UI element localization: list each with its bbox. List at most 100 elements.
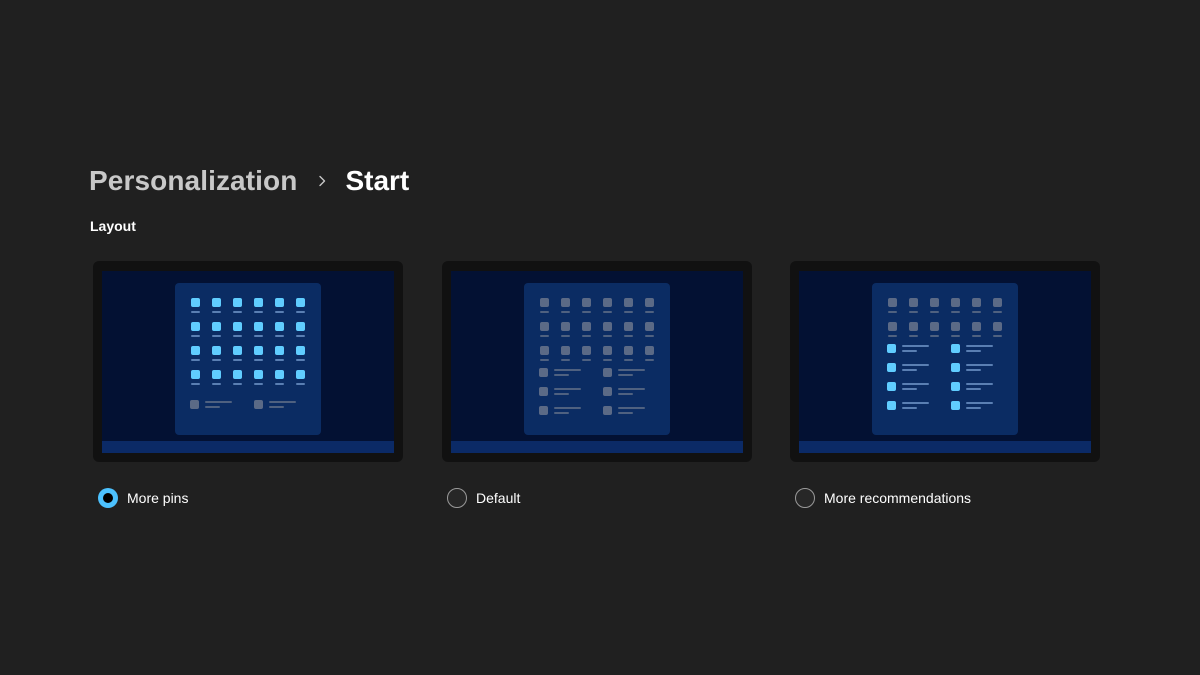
preview-screen: [799, 271, 1091, 453]
preview-pinned-app-label: [296, 335, 305, 337]
preview-recommended-item-subtitle: [269, 406, 284, 408]
preview-pinned-app-label: [645, 359, 654, 361]
preview-recommended-item-title: [618, 388, 645, 390]
preview-pinned-app-label: [582, 359, 591, 361]
preview-pinned-app-label: [212, 359, 221, 361]
preview-pinned-app-icon: [275, 322, 284, 331]
layout-option-more-pins: More pins: [93, 261, 403, 508]
preview-pinned-app-icon: [951, 322, 960, 331]
preview-start-menu: [175, 283, 321, 435]
preview-pinned-app-icon: [540, 346, 549, 355]
preview-pinned-app-icon: [233, 298, 242, 307]
preview-pinned-app-label: [233, 383, 242, 385]
preview-pinned-app-icon: [254, 322, 263, 331]
preview-pinned-app-label: [212, 335, 221, 337]
preview-pinned-app-icon: [275, 298, 284, 307]
preview-pinned-app-label: [254, 311, 263, 313]
preview-pinned-app-icon: [645, 298, 654, 307]
settings-page: Personalization Start Layout More pins D…: [0, 0, 1200, 675]
radio-more-recommendations[interactable]: More recommendations: [795, 486, 971, 510]
preview-pinned-app-label: [951, 335, 960, 337]
preview-pinned-app-icon: [561, 322, 570, 331]
preview-screen: [451, 271, 743, 453]
preview-recommended-item-title: [966, 364, 993, 366]
preview-pinned-app-label: [930, 335, 939, 337]
radio-button[interactable]: [98, 488, 118, 508]
preview-pinned-app-label: [582, 335, 591, 337]
preview-pinned-app-icon: [275, 346, 284, 355]
chevron-right-icon: [315, 174, 329, 188]
preview-recommended-item-title: [554, 369, 581, 371]
preview-recommended-item-icon: [539, 368, 548, 377]
preview-pinned-app-label: [212, 311, 221, 313]
preview-taskbar: [102, 441, 394, 453]
preview-pinned-app-label: [645, 311, 654, 313]
preview-pinned-app-icon: [972, 322, 981, 331]
preview-recommended-item-subtitle: [618, 412, 633, 414]
preview-recommended-item-icon: [887, 382, 896, 391]
preview-pinned-app-label: [930, 311, 939, 313]
preview-pinned-app-label: [972, 311, 981, 313]
preview-recommended-item-title: [902, 402, 929, 404]
preview-taskbar: [451, 441, 743, 453]
preview-pinned-app-label: [909, 335, 918, 337]
radio-label: More recommendations: [824, 490, 972, 506]
layout-preview-thumbnail[interactable]: [93, 261, 403, 462]
layout-options: More pins Default More recommendations: [93, 261, 1101, 511]
preview-recommended-item-subtitle: [902, 407, 917, 409]
preview-pinned-app-icon: [191, 346, 200, 355]
preview-pinned-app-icon: [254, 346, 263, 355]
preview-pinned-app-icon: [624, 298, 633, 307]
preview-pinned-app-icon: [191, 298, 200, 307]
preview-pinned-app-label: [540, 311, 549, 313]
preview-recommended-item-title: [966, 345, 993, 347]
layout-preview-thumbnail[interactable]: [442, 261, 752, 462]
preview-recommended-item-icon: [951, 401, 960, 410]
preview-pinned-app-icon: [603, 346, 612, 355]
preview-recommended-item-icon: [887, 344, 896, 353]
preview-pinned-app-label: [624, 359, 633, 361]
preview-pinned-app-label: [233, 359, 242, 361]
preview-pinned-app-icon: [212, 370, 221, 379]
preview-pinned-app-icon: [275, 370, 284, 379]
preview-recommended-item-title: [966, 383, 993, 385]
layout-preview-thumbnail[interactable]: [790, 261, 1100, 462]
preview-pinned-app-icon: [993, 298, 1002, 307]
preview-pinned-app-icon: [582, 346, 591, 355]
preview-recommended-item-subtitle: [618, 374, 633, 376]
preview-recommended-item-icon: [951, 344, 960, 353]
preview-pinned-app-icon: [951, 298, 960, 307]
breadcrumb-parent-personalization[interactable]: Personalization: [89, 165, 297, 197]
preview-recommended-item-subtitle: [205, 406, 220, 408]
preview-recommended-item-title: [902, 345, 929, 347]
preview-pinned-app-label: [254, 383, 263, 385]
preview-pinned-app-icon: [296, 370, 305, 379]
preview-recommended-item-title: [618, 369, 645, 371]
preview-recommended-item-icon: [603, 368, 612, 377]
preview-pinned-app-icon: [888, 298, 897, 307]
preview-pinned-app-label: [191, 383, 200, 385]
preview-pinned-app-label: [603, 335, 612, 337]
preview-pinned-app-icon: [296, 298, 305, 307]
preview-recommended-item-subtitle: [902, 388, 917, 390]
preview-pinned-app-label: [993, 335, 1002, 337]
preview-pinned-app-label: [191, 335, 200, 337]
breadcrumb: Personalization Start: [89, 161, 409, 201]
preview-pinned-app-icon: [191, 322, 200, 331]
preview-pinned-app-label: [275, 335, 284, 337]
preview-recommended-item-subtitle: [554, 374, 569, 376]
preview-recommended-item-subtitle: [966, 388, 981, 390]
radio-default[interactable]: Default: [447, 486, 520, 510]
preview-start-menu: [524, 283, 670, 435]
preview-pinned-app-icon: [645, 346, 654, 355]
layout-option-default: Default: [442, 261, 752, 508]
preview-pinned-app-icon: [254, 370, 263, 379]
radio-button[interactable]: [447, 488, 467, 508]
preview-recommended-item-title: [902, 364, 929, 366]
preview-pinned-app-label: [603, 359, 612, 361]
preview-pinned-app-icon: [603, 322, 612, 331]
radio-button[interactable]: [795, 488, 815, 508]
preview-pinned-app-label: [254, 359, 263, 361]
radio-more-pins[interactable]: More pins: [98, 486, 188, 510]
preview-recommended-item-title: [618, 407, 645, 409]
